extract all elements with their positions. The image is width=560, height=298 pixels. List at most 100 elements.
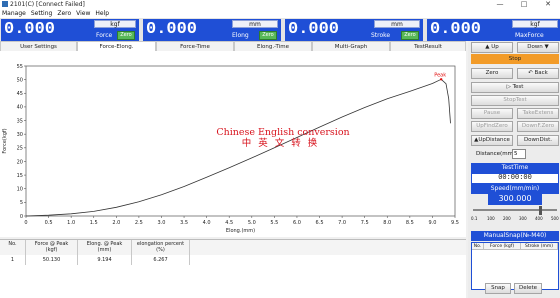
back-button-label: Back xyxy=(534,70,548,76)
up-button-label: Up xyxy=(491,44,499,50)
elong-readout: 0.000 mm Elong Zero xyxy=(143,19,281,41)
stroke-readout: 0.000 mm Stroke Zero xyxy=(285,19,423,41)
force-unit: kgf xyxy=(94,20,136,28)
x-tick-label: 1.0 xyxy=(67,220,75,226)
tab-elong-time[interactable]: Elong.-Time xyxy=(234,41,312,51)
result-table-header: No. Force @ Peak (kgf) Elong. @ Peak (mm… xyxy=(0,240,466,255)
y-tick-label: 0 xyxy=(20,214,23,220)
zero-button[interactable]: Zero xyxy=(471,68,513,79)
menu-manage[interactable]: Manage xyxy=(0,9,29,18)
x-tick-label: 8.5 xyxy=(406,220,414,226)
down-button[interactable]: Down ▼ xyxy=(517,42,559,53)
test-button[interactable]: ▷ Test xyxy=(471,82,559,93)
tab-multi-graph[interactable]: Multi-Graph xyxy=(312,41,390,51)
distance-input[interactable]: 5 xyxy=(512,149,526,159)
x-tick-label: 4.5 xyxy=(225,220,233,226)
speed-scale-tick: 400 xyxy=(535,216,543,221)
manual-snap-header: No. Force (kgf) Stroke (mm) xyxy=(472,243,558,250)
up-button[interactable]: ▲ Up xyxy=(471,42,513,53)
tab-test-result[interactable]: TestResult xyxy=(390,41,466,51)
close-button[interactable]: ✕ xyxy=(536,0,560,9)
maxforce-label: MaxForce xyxy=(515,32,544,39)
window-controls: — □ ✕ xyxy=(488,0,560,9)
down-find-zero-button[interactable]: DownF.Zero xyxy=(517,121,559,132)
x-tick-label: 7.5 xyxy=(361,220,369,226)
x-axis-label: Elong.(mm) xyxy=(226,228,255,234)
test-button-label: Test xyxy=(512,84,524,90)
snap-col-stroke: Stroke (mm) xyxy=(521,243,558,250)
back-button[interactable]: ↶ Back xyxy=(517,68,559,79)
stroke-value: 0.000 xyxy=(288,20,340,39)
watermark: Chinese English conversion 中英文转换 xyxy=(198,127,368,149)
cell-force-peak: 50.130 xyxy=(26,255,78,265)
x-tick-label: 6.5 xyxy=(316,220,324,226)
window-title: 2101(C) [Connect Failed] xyxy=(10,1,85,8)
app-window: 2101(C) [Connect Failed] — □ ✕ Manage Setti… xyxy=(0,0,560,298)
test-time-value: 00:00:00 xyxy=(471,173,559,184)
peak-marker xyxy=(439,78,443,81)
menu-help[interactable]: Help xyxy=(93,9,112,18)
force-zero-button[interactable]: Zero xyxy=(117,31,135,40)
y-tick-label: 30 xyxy=(17,132,23,138)
snap-col-force: Force (kgf) xyxy=(484,243,521,250)
maximize-button[interactable]: □ xyxy=(512,0,536,9)
chart-panel: 0 0.5 1.0 1.5 2.0 2.5 3.0 3.5 4.0 4.5 5.0 5.5 6.0 6.5… xyxy=(0,51,466,237)
control-panel: ▲ Up Down ▼ Stop Zero ↶ Back ▷ Test Stop… xyxy=(468,41,560,298)
force-value: 0.000 xyxy=(4,20,56,39)
menu-zero[interactable]: Zero xyxy=(55,9,74,18)
y-tick-label: 55 xyxy=(17,64,23,70)
speed-value[interactable]: 300.000 xyxy=(488,193,542,205)
up-distance-label: UpDistance xyxy=(478,137,510,143)
maxforce-readout: 0.000 kgf MaxForce xyxy=(427,19,560,41)
tab-force-time[interactable]: Force-Time xyxy=(156,41,234,51)
col-no: No. xyxy=(0,240,26,255)
slider-thumb[interactable] xyxy=(538,206,542,215)
stroke-label: Stroke xyxy=(371,32,391,39)
stop-test-button[interactable]: StopTest xyxy=(471,95,559,106)
down-distance-button[interactable]: DownDist. xyxy=(517,135,559,146)
distance-label: Distance(mm) xyxy=(476,151,516,157)
elong-zero-button[interactable]: Zero xyxy=(259,31,277,40)
col-force-peak: Force @ Peak (kgf) xyxy=(26,240,78,255)
y-tick-label: 45 xyxy=(17,91,23,97)
take-extens-button[interactable]: TakeExtens xyxy=(517,108,559,119)
y-tick-label: 20 xyxy=(17,159,23,165)
menu-view[interactable]: View xyxy=(74,9,93,18)
stroke-unit: mm xyxy=(374,20,420,28)
y-tick-label: 5 xyxy=(20,200,23,206)
tab-bar: User Settings Force-Elong. Force-Time El… xyxy=(0,41,466,51)
table-row[interactable]: 1 50.130 9.194 6.267 xyxy=(0,255,466,265)
y-tick-label: 50 xyxy=(17,77,23,83)
result-table: No. Force @ Peak (kgf) Elong. @ Peak (mm… xyxy=(0,239,466,298)
up-find-zero-button[interactable]: UpFindZero xyxy=(471,121,513,132)
x-tick-label: 9.5 xyxy=(451,220,459,226)
tab-force-elong[interactable]: Force-Elong. xyxy=(77,41,156,51)
tab-user-settings[interactable]: User Settings xyxy=(0,41,77,51)
y-tick-label: 15 xyxy=(17,173,23,179)
speed-slider[interactable] xyxy=(471,206,559,216)
pause-button[interactable]: Pause xyxy=(471,108,513,119)
cell-elong-peak: 9.194 xyxy=(78,255,132,265)
menu-setting[interactable]: Setting xyxy=(29,9,55,18)
y-tick-label: 35 xyxy=(17,118,23,124)
y-tick-label: 40 xyxy=(17,105,23,111)
speed-scale-tick: 100 xyxy=(487,216,495,221)
x-tick-label: 8.0 xyxy=(383,220,391,226)
menu-bar: Manage Setting Zero View Help xyxy=(0,9,560,18)
x-tick-label: 5.0 xyxy=(248,220,256,226)
minimize-button[interactable]: — xyxy=(488,0,512,9)
y-axis-label: Force(kgf) xyxy=(2,128,8,153)
x-tick-label: 3.5 xyxy=(180,220,188,226)
snap-button[interactable]: Snap xyxy=(485,283,511,294)
up-distance-button[interactable]: ▲UpDistance xyxy=(471,135,513,146)
app-icon xyxy=(2,1,8,7)
x-tick-label: 0 xyxy=(24,220,27,226)
speed-scale-tick: 500 xyxy=(551,216,559,221)
stop-button[interactable]: Stop xyxy=(471,54,559,64)
delete-button[interactable]: Delete xyxy=(514,283,542,294)
stroke-zero-button[interactable]: Zero xyxy=(401,31,419,40)
y-tick-label: 10 xyxy=(17,187,23,193)
watermark-line-2: 中英文转换 xyxy=(241,138,325,149)
up-arrow-icon: ▲ xyxy=(485,44,490,50)
watermark-line-1: Chinese English conversion xyxy=(216,127,350,138)
